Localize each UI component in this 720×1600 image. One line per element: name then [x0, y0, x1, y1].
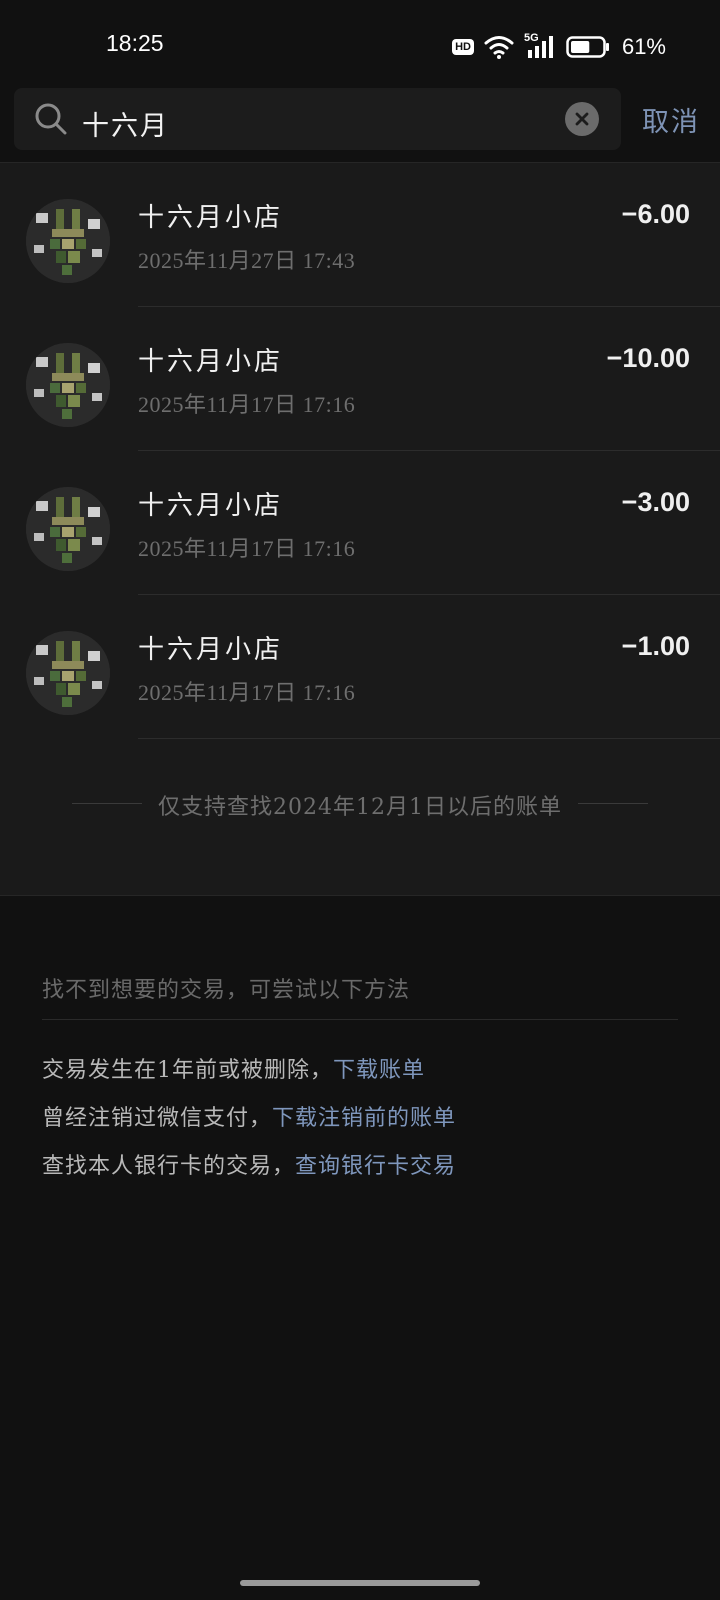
download-pre-cancellation-bill-link[interactable]: 下载注销前的账单	[272, 1106, 456, 1131]
search-results: 十六月小店 2025年11月27日 17:43 −6.00 十六月小店 2025…	[0, 162, 720, 896]
help-item: 查找本人银行卡的交易，查询银行卡交易	[42, 1148, 456, 1180]
transaction-row[interactable]: 十六月小店 2025年11月17日 17:16 −3.00	[0, 451, 720, 595]
battery-percent: 61%	[621, 34, 666, 59]
help-item-text: 交易发生在1年前或被删除，	[42, 1058, 333, 1083]
transaction-row[interactable]: 十六月小店 2025年11月17日 17:16 −1.00	[0, 595, 720, 739]
transaction-amount: −10.00	[606, 343, 690, 373]
merchant-name: 十六月小店	[138, 635, 284, 665]
search-range-notice: 仅支持查找2024年12月1日以后的账单	[0, 783, 720, 823]
search-icon	[35, 103, 67, 135]
search-value[interactable]: 十六月	[82, 104, 169, 143]
transaction-amount: −6.00	[621, 199, 690, 229]
transaction-time: 2025年11月17日 17:16	[138, 680, 356, 705]
transaction-time: 2025年11月17日 17:16	[138, 536, 356, 561]
merchant-avatar	[26, 487, 110, 571]
status-time: 18:25	[106, 30, 164, 56]
transaction-time: 2025年11月17日 17:16	[138, 392, 356, 417]
status-bar: 18:25 HD 5G 61%	[0, 0, 720, 84]
merchant-name: 十六月小店	[138, 491, 284, 521]
transaction-time: 2025年11月27日 17:43	[138, 248, 356, 273]
hd-icon: HD	[452, 39, 474, 55]
transaction-amount: −3.00	[621, 487, 690, 517]
search-input[interactable]: 十六月	[14, 88, 621, 150]
merchant-name: 十六月小店	[138, 203, 284, 233]
help-item-text: 查找本人银行卡的交易，	[42, 1154, 296, 1179]
merchant-avatar	[26, 199, 110, 283]
help-item: 曾经注销过微信支付，下载注销前的账单	[42, 1100, 456, 1132]
merchant-avatar	[26, 343, 110, 427]
signal-5g-icon: 5G	[524, 32, 556, 60]
wifi-icon	[484, 36, 514, 59]
help-title: 找不到想要的交易，可尝试以下方法	[42, 978, 411, 1003]
help-item-text: 曾经注销过微信支付，	[42, 1106, 273, 1131]
help-divider	[42, 1019, 678, 1020]
clear-button[interactable]	[565, 102, 599, 136]
row-divider	[138, 738, 720, 739]
search-bar: 十六月 取消	[0, 84, 720, 162]
home-indicator[interactable]	[240, 1580, 480, 1586]
download-bill-link[interactable]: 下载账单	[333, 1058, 425, 1083]
status-icons: HD 5G 61%	[452, 32, 666, 62]
notice-text: 仅支持查找2024年12月1日以后的账单	[158, 795, 562, 820]
cancel-button[interactable]: 取消	[642, 100, 700, 139]
help-item: 交易发生在1年前或被删除，下载账单	[42, 1052, 425, 1084]
notice-divider-right	[578, 803, 648, 804]
merchant-avatar	[26, 631, 110, 715]
transaction-row[interactable]: 十六月小店 2025年11月17日 17:16 −10.00	[0, 307, 720, 451]
merchant-name: 十六月小店	[138, 347, 284, 377]
clear-icon[interactable]	[574, 111, 590, 127]
transaction-amount: −1.00	[621, 631, 690, 661]
transaction-row[interactable]: 十六月小店 2025年11月27日 17:43 −6.00	[0, 163, 720, 307]
battery-icon	[566, 36, 609, 58]
query-bank-card-link[interactable]: 查询银行卡交易	[295, 1154, 456, 1179]
